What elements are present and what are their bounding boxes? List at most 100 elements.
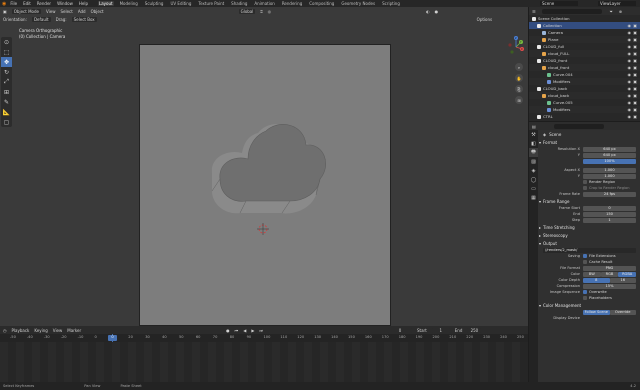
grid-icon[interactable]: ⊞ xyxy=(515,96,523,104)
outliner-row[interactable]: Curve.004 ◉ ▣ xyxy=(529,71,640,78)
outliner-row[interactable]: cloud_back ◉ ▣ xyxy=(529,92,640,99)
menu-window[interactable]: Window xyxy=(57,1,73,6)
render-visibility-icon[interactable]: ▣ xyxy=(633,79,637,84)
outliner-row[interactable]: CLOUD_back ◉ ▣ xyxy=(529,85,640,92)
editor-type-icon[interactable]: ▣ xyxy=(3,9,7,14)
transform-tool-icon[interactable]: ⊞ xyxy=(1,87,12,97)
tab-rendering[interactable]: Rendering xyxy=(281,1,303,6)
3d-viewport[interactable]: ▣ Object Mode View Select Add Object Glo… xyxy=(0,7,528,326)
outliner-row[interactable]: Collection ◉ ▣ xyxy=(529,22,640,29)
outliner-row[interactable]: Plane ◉ ▣ xyxy=(529,36,640,43)
navigation-gizmo[interactable]: X Y Z xyxy=(506,35,526,61)
render-visibility-icon[interactable]: ▣ xyxy=(633,30,637,35)
menu-marker[interactable]: Marker xyxy=(67,328,81,333)
cloud-object[interactable] xyxy=(140,45,392,326)
rotate-tool-icon[interactable]: ↻ xyxy=(1,67,12,77)
output-tab-icon[interactable]: 🖶 xyxy=(529,148,538,157)
tab-modeling[interactable]: Modeling xyxy=(119,1,139,6)
move-tool-icon[interactable]: ✥ xyxy=(1,57,12,67)
outliner-row[interactable]: cloud_front ◉ ▣ xyxy=(529,64,640,71)
camera-view-icon[interactable]: ⎘ xyxy=(515,85,523,93)
outliner-row[interactable]: Modifiers ◉ ▣ xyxy=(529,78,640,85)
visibility-eye-icon[interactable]: ◉ xyxy=(628,23,632,28)
zoom-icon[interactable]: ⌕ xyxy=(515,63,523,71)
keyframe-area[interactable] xyxy=(0,342,528,382)
timeline-editor-icon[interactable]: ◷ xyxy=(3,328,7,333)
stereoscopy-panel-header[interactable]: ▸ Stereoscopy xyxy=(539,231,640,239)
select-box-tool-icon[interactable]: ⬚ xyxy=(1,47,12,57)
render-visibility-icon[interactable]: ▣ xyxy=(633,23,637,28)
render-visibility-icon[interactable]: ▣ xyxy=(633,65,637,70)
menu-timeline-view[interactable]: View xyxy=(53,328,63,333)
menu-view[interactable]: View xyxy=(46,9,56,14)
drag-dropdown[interactable]: Select Box xyxy=(71,16,97,22)
visibility-eye-icon[interactable]: ◉ xyxy=(628,58,632,63)
visibility-eye-icon[interactable]: ◉ xyxy=(628,79,632,84)
time-stretching-panel-header[interactable]: ▸ Time Stretching xyxy=(539,223,640,231)
outliner-row[interactable]: CTRL ◉ ▣ xyxy=(529,113,640,120)
tab-shading[interactable]: Shading xyxy=(230,1,248,6)
menu-render[interactable]: Render xyxy=(37,1,51,6)
outliner-row[interactable]: CLOUD_full ◉ ▣ xyxy=(529,43,640,50)
timeline[interactable]: ◷ Playback Keying View Marker ● ⏮ ◀ ▶ ⏭ … xyxy=(0,326,528,382)
render-visibility-icon[interactable]: ▣ xyxy=(633,37,637,42)
record-button[interactable]: ● xyxy=(226,328,230,333)
outliner[interactable]: ☰ ⏷ ⊕ Scene Collection Collection ◉ ▣ Camera… xyxy=(529,7,640,121)
visibility-eye-icon[interactable]: ◉ xyxy=(628,65,632,70)
visibility-eye-icon[interactable]: ◉ xyxy=(628,37,632,42)
current-frame-field[interactable]: 0 xyxy=(388,327,412,333)
tab-texture-paint[interactable]: Texture Paint xyxy=(197,1,225,6)
properties-search-input[interactable] xyxy=(553,123,604,129)
tab-uv-editing[interactable]: UV Editing xyxy=(169,1,192,6)
options-button[interactable]: Options xyxy=(477,17,492,22)
menu-keying[interactable]: Keying xyxy=(34,328,47,333)
format-panel-header[interactable]: ▾ Format xyxy=(539,138,640,146)
outliner-row[interactable]: Curve.005 ◉ ▣ xyxy=(529,99,640,106)
outliner-row[interactable]: Camera ◉ ▣ xyxy=(529,29,640,36)
orientation-dropdown[interactable]: Default xyxy=(31,16,51,22)
render-visibility-icon[interactable]: ▣ xyxy=(633,51,637,56)
tab-sculpting[interactable]: Sculpting xyxy=(144,1,165,6)
menu-edit[interactable]: Edit xyxy=(23,1,31,6)
blender-logo-icon[interactable]: ◉ xyxy=(2,1,6,7)
frame-range-panel-header[interactable]: ▾ Frame Range xyxy=(539,197,640,205)
texture-tab-icon[interactable]: ▦ xyxy=(529,193,538,202)
measure-tool-icon[interactable]: 📐 xyxy=(1,107,12,117)
visibility-eye-icon[interactable]: ◉ xyxy=(628,30,632,35)
scale-tool-icon[interactable]: ⤢ xyxy=(1,77,12,87)
render-visibility-icon[interactable]: ▣ xyxy=(633,114,637,119)
play-icon[interactable]: ▶ xyxy=(251,328,254,333)
render-visibility-icon[interactable]: ▣ xyxy=(633,44,637,49)
frame-ruler[interactable]: -50-40-30-20-100102030405060708090100110… xyxy=(0,334,528,342)
menu-file[interactable]: File xyxy=(10,1,17,6)
menu-add[interactable]: Add xyxy=(78,9,86,14)
mode-dropdown[interactable]: Object Mode xyxy=(11,8,41,14)
outliner-row[interactable]: cloud_FULL ◉ ▣ xyxy=(529,50,640,57)
output-panel-header[interactable]: ▾ Output xyxy=(539,239,640,247)
render-visibility-icon[interactable]: ▣ xyxy=(633,93,637,98)
output-path-input[interactable]: //renders/2_mask/ xyxy=(539,247,640,253)
playhead-marker[interactable]: 0 xyxy=(108,335,117,341)
annotate-tool-icon[interactable]: ✎ xyxy=(1,97,12,107)
properties-editor[interactable]: ▤ ⚒ ◧ 🖶 ▨ ◈ ◯ ▭ ▦ ◈ Scene ▾ Format Resolut… xyxy=(529,122,640,390)
visibility-eye-icon[interactable]: ◉ xyxy=(628,93,632,98)
tab-compositing[interactable]: Compositing xyxy=(308,1,335,6)
menu-object[interactable]: Object xyxy=(91,9,104,14)
tool-tab-icon[interactable]: ⚒ xyxy=(529,130,538,139)
jump-end-icon[interactable]: ⏭ xyxy=(259,328,263,333)
render-visibility-icon[interactable]: ▣ xyxy=(633,100,637,105)
render-tab-icon[interactable]: ◧ xyxy=(529,139,538,148)
render-visibility-icon[interactable]: ▣ xyxy=(633,58,637,63)
transform-orientation-dropdown[interactable]: Global xyxy=(238,8,256,14)
shading-solid-icon[interactable]: ● xyxy=(435,9,439,14)
filter-icon[interactable]: ⏷ xyxy=(610,9,613,14)
tab-geometry-nodes[interactable]: Geometry Nodes xyxy=(340,1,376,6)
outliner-editor-icon[interactable]: ☰ xyxy=(532,9,536,14)
visibility-eye-icon[interactable]: ◉ xyxy=(628,100,632,105)
collection-tab-icon[interactable]: ▭ xyxy=(529,184,538,193)
jump-start-icon[interactable]: ⏮ xyxy=(235,328,239,333)
start-frame-field[interactable]: 1 xyxy=(431,327,450,333)
outliner-row[interactable]: Scene Collection xyxy=(529,15,640,22)
menu-playback[interactable]: Playback xyxy=(12,328,30,333)
visibility-eye-icon[interactable]: ◉ xyxy=(628,44,632,49)
